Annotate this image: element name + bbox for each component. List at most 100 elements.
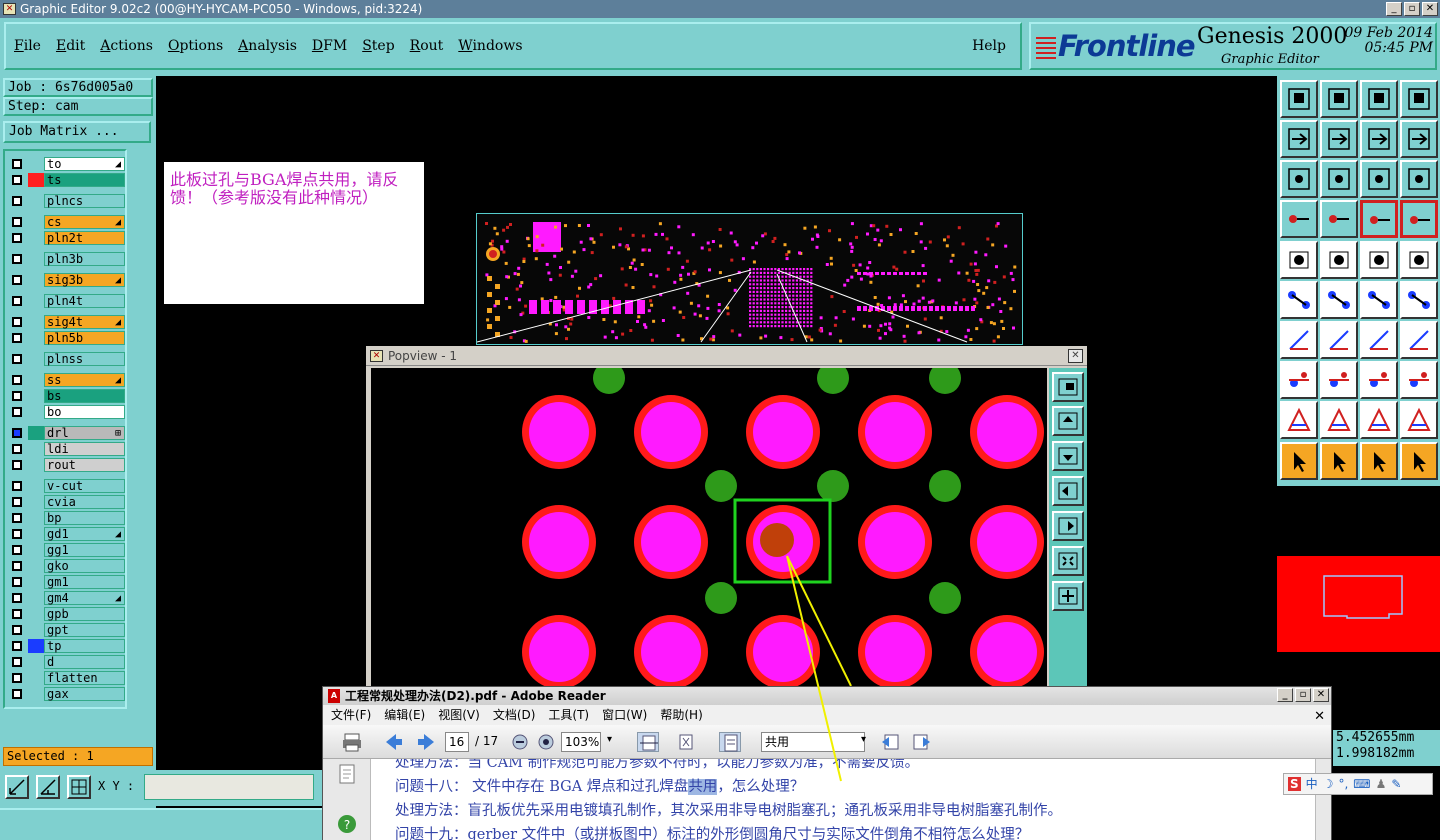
layer-name[interactable]: plncs bbox=[44, 194, 125, 208]
sogou-icon[interactable]: S bbox=[1288, 777, 1301, 791]
layer-name[interactable]: rout bbox=[44, 458, 125, 472]
layer-checkbox[interactable] bbox=[12, 460, 22, 470]
layer-row-bo[interactable]: bo bbox=[9, 405, 127, 419]
menu-analysis[interactable]: Analysis bbox=[238, 38, 297, 54]
layer-name[interactable]: sig4t ◢ bbox=[44, 315, 125, 329]
layer-row-plncs[interactable]: plncs bbox=[9, 194, 127, 208]
layer-checkbox[interactable] bbox=[12, 577, 22, 587]
layer-checkbox[interactable] bbox=[12, 689, 22, 699]
layer-name[interactable]: gko bbox=[44, 559, 125, 573]
one-to-two-icon[interactable] bbox=[1360, 160, 1398, 198]
layer-checkbox[interactable] bbox=[12, 609, 22, 619]
surface-icon[interactable] bbox=[1400, 241, 1438, 279]
layer-row-sig3b[interactable]: sig3b ◢ bbox=[9, 273, 127, 287]
zoom-fit-icon[interactable] bbox=[1280, 160, 1318, 198]
layer-checkbox[interactable] bbox=[12, 673, 22, 683]
menu-options[interactable]: Options bbox=[168, 38, 223, 54]
popview-zoom-in-icon[interactable] bbox=[1052, 546, 1084, 576]
layer-row-plnss[interactable]: plnss bbox=[9, 352, 127, 366]
layer-name[interactable]: bs bbox=[44, 389, 125, 403]
layer-name[interactable]: gpb bbox=[44, 607, 125, 621]
reader-menu-tools[interactable]: 工具(T) bbox=[548, 705, 589, 725]
layer-name[interactable]: sig3b ◢ bbox=[44, 273, 125, 287]
layer-name[interactable]: gd1 ◢ bbox=[44, 527, 125, 541]
palette-icon[interactable] bbox=[1280, 200, 1318, 238]
ruler-icon[interactable] bbox=[1360, 241, 1398, 279]
layer-row-v-cut[interactable]: v-cut bbox=[9, 479, 127, 493]
layer-row-bp[interactable]: bp bbox=[9, 511, 127, 525]
move-pad-icon[interactable] bbox=[1400, 281, 1438, 319]
reader-menu-document[interactable]: 文档(D) bbox=[493, 705, 536, 725]
snap-icon[interactable] bbox=[5, 775, 29, 799]
layer-name[interactable]: gax bbox=[44, 687, 125, 701]
layer-checkbox[interactable] bbox=[12, 175, 22, 185]
find-next-icon[interactable] bbox=[911, 732, 933, 752]
layer-name[interactable]: plnss bbox=[44, 352, 125, 366]
layer-checkbox[interactable] bbox=[12, 275, 22, 285]
layer-checkbox[interactable] bbox=[12, 428, 22, 438]
reader-doc-close-icon[interactable]: ✕ bbox=[1314, 707, 1325, 727]
zoom-dropdown-icon[interactable]: ▾ bbox=[607, 734, 612, 745]
layer-checkbox[interactable] bbox=[12, 391, 22, 401]
add-pad-icon[interactable] bbox=[1360, 281, 1398, 319]
grid-icon[interactable] bbox=[67, 775, 91, 799]
layer-name[interactable]: ss ◢ bbox=[44, 373, 125, 387]
slash-icon[interactable] bbox=[1320, 321, 1358, 359]
zoom-out-icon[interactable] bbox=[509, 732, 531, 752]
layer-name[interactable]: bo bbox=[44, 405, 125, 419]
reader-menu-edit[interactable]: 编辑(E) bbox=[384, 705, 425, 725]
layer-row-gax[interactable]: gax bbox=[9, 687, 127, 701]
next-page-icon[interactable] bbox=[415, 732, 437, 752]
layer-row-bs[interactable]: bs bbox=[9, 389, 127, 403]
reader-close-button[interactable]: ✕ bbox=[1313, 688, 1329, 702]
layer-row-rout[interactable]: rout bbox=[9, 458, 127, 472]
layer-name[interactable]: to ◢ bbox=[44, 157, 125, 171]
dimension-icon[interactable] bbox=[1360, 361, 1398, 399]
layer-name[interactable]: cvia bbox=[44, 495, 125, 509]
zoom-input[interactable]: 103% bbox=[561, 732, 601, 752]
layer-name[interactable]: bp bbox=[44, 511, 125, 525]
layer-row-tp[interactable]: tp bbox=[9, 639, 127, 653]
popview-down-icon[interactable] bbox=[1052, 441, 1084, 471]
help-icon[interactable] bbox=[1400, 160, 1438, 198]
layer-select-active-icon[interactable] bbox=[1400, 200, 1438, 238]
find-input[interactable]: 共用 bbox=[761, 732, 865, 752]
popview-left-icon[interactable] bbox=[1052, 476, 1084, 506]
drill-icon[interactable] bbox=[1320, 200, 1358, 238]
ime-moon-icon[interactable]: ☽ bbox=[1323, 774, 1334, 794]
layer-name[interactable]: cs ◢ bbox=[44, 215, 125, 229]
pan-right-icon[interactable] bbox=[1320, 120, 1358, 158]
reader-menu-view[interactable]: 视图(V) bbox=[438, 705, 480, 725]
ime-chinese-icon[interactable]: 中 bbox=[1306, 774, 1318, 794]
popview-fit-icon[interactable] bbox=[1052, 581, 1084, 611]
layer-checkbox[interactable] bbox=[12, 407, 22, 417]
select-box-icon[interactable] bbox=[1320, 442, 1358, 480]
layer-name[interactable]: gg1 bbox=[44, 543, 125, 557]
layer-name[interactable]: ts bbox=[44, 173, 125, 187]
layer-row-ss[interactable]: ss ◢ bbox=[9, 373, 127, 387]
layer-checkbox[interactable] bbox=[12, 159, 22, 169]
layer-row-d[interactable]: d bbox=[9, 655, 127, 669]
layer-row-gko[interactable]: gko bbox=[9, 559, 127, 573]
layer-name[interactable]: flatten bbox=[44, 671, 125, 685]
menu-help[interactable]: Help bbox=[972, 38, 1006, 54]
pad-icon[interactable] bbox=[1280, 241, 1318, 279]
triangle-a-icon[interactable] bbox=[1320, 401, 1358, 439]
layer-row-sig4t[interactable]: sig4t ◢ bbox=[9, 315, 127, 329]
layer-checkbox[interactable] bbox=[12, 233, 22, 243]
layer-checkbox[interactable] bbox=[12, 444, 22, 454]
layer-row-gm4[interactable]: gm4 ◢ bbox=[9, 591, 127, 605]
menu-windows[interactable]: Windows bbox=[458, 38, 522, 54]
layer-checkbox[interactable] bbox=[12, 317, 22, 327]
layer-row-gm1[interactable]: gm1 bbox=[9, 575, 127, 589]
layer-checkbox[interactable] bbox=[12, 625, 22, 635]
layer-name[interactable]: gpt bbox=[44, 623, 125, 637]
layer-checkbox[interactable] bbox=[12, 657, 22, 667]
triangle-c-icon[interactable] bbox=[1400, 401, 1438, 439]
layer-row-pln4t[interactable]: pln4t bbox=[9, 294, 127, 308]
ime-user-icon[interactable]: ♟ bbox=[1376, 774, 1387, 794]
layer-checkbox[interactable] bbox=[12, 481, 22, 491]
angle-icon[interactable] bbox=[1280, 321, 1318, 359]
layer-row-gd1[interactable]: gd1 ◢ bbox=[9, 527, 127, 541]
layer-checkbox[interactable] bbox=[12, 196, 22, 206]
